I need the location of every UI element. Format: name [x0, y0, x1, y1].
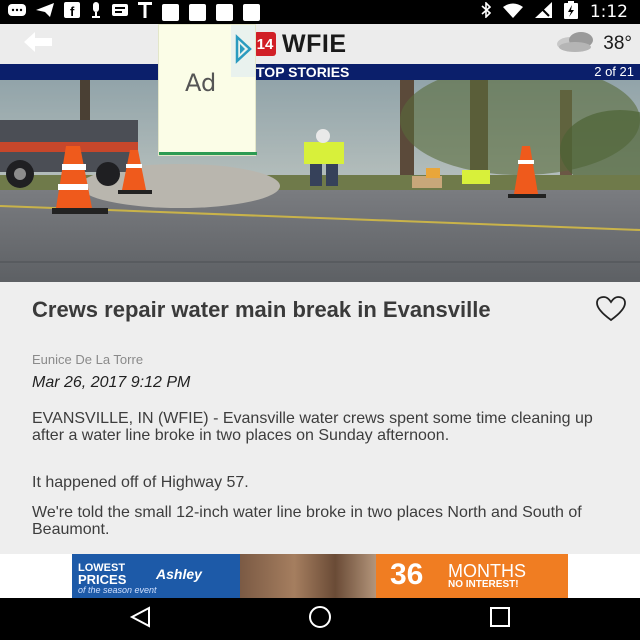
system-nav-bar [0, 598, 640, 640]
notification-icon [189, 3, 206, 21]
battery-icon [563, 1, 578, 23]
square-recents-icon [489, 606, 511, 633]
banner-ad-image [240, 554, 376, 598]
article-paragraph: We're told the small 12-inch water line … [32, 504, 582, 538]
ad-choices-icon [234, 33, 252, 69]
text-icon [138, 2, 152, 22]
notification-icon [162, 3, 179, 21]
nav-back-button[interactable] [110, 598, 170, 640]
station-logo: 14 WFIE [254, 30, 347, 58]
article-headline: Crews repair water main break in Evansvi… [32, 297, 491, 322]
news-icon [112, 3, 128, 21]
weather-widget[interactable]: 38° [553, 30, 632, 58]
status-notification-icons: f [8, 2, 260, 22]
banner-ad-left: LOWEST PRICES of the season event Ashley [72, 554, 240, 598]
article-date: Mar 26, 2017 9:12 PM [32, 374, 191, 391]
status-bar: f 1:12 [0, 0, 640, 24]
banner-number: 36 [390, 558, 424, 591]
triangle-back-icon [129, 605, 151, 633]
logo-mark: 14 [254, 32, 276, 56]
page-counter: 2 of 21 [594, 64, 634, 79]
heart-icon [596, 296, 626, 326]
article-paragraph: It happened off of Highway 57. [32, 474, 249, 491]
weather-temp: 38° [603, 33, 632, 54]
article-photo[interactable] [0, 80, 640, 282]
ad-choices-button[interactable] [231, 25, 255, 77]
nav-home-button[interactable] [290, 598, 350, 640]
article-body: Crews repair water main break in Evansvi… [0, 282, 640, 554]
banner-sub: NO INTEREST! [448, 579, 519, 590]
banner-ad-right: 36 MONTHS NO INTEREST! [376, 554, 568, 598]
logo-text: WFIE [282, 29, 347, 58]
photo-scene [0, 80, 640, 282]
message-icon [8, 3, 26, 21]
send-icon [36, 3, 54, 21]
svg-text:f: f [70, 4, 75, 18]
article-paragraph: EVANSVILLE, IN (WFIE) - Evansville water… [32, 410, 593, 444]
circle-home-icon [308, 605, 332, 634]
article-author: Eunice De La Torre [32, 352, 144, 367]
facebook-icon: f [64, 2, 80, 22]
ad-progress-line [159, 152, 257, 155]
banner-line3: of the season event [78, 585, 157, 595]
section-title: TOP STORIES [256, 64, 350, 80]
notification-icon [243, 3, 260, 21]
back-arrow-icon [24, 31, 52, 57]
notification-icon [216, 3, 233, 21]
app-header: 14 WFIE 38° [0, 24, 640, 64]
ad-label: Ad [185, 69, 217, 97]
status-system-icons: 1:12 [481, 1, 628, 23]
favorite-button[interactable] [596, 296, 626, 322]
status-clock: 1:12 [589, 2, 628, 22]
banner-brand: Ashley [156, 566, 202, 582]
nav-recents-button[interactable] [470, 598, 530, 640]
cloudy-icon [553, 30, 597, 59]
back-button[interactable] [0, 24, 76, 64]
section-bar: TOP STORIES 2 of 21 [0, 64, 640, 80]
ad-overlay[interactable]: Ad [158, 24, 257, 156]
bluetooth-icon [481, 1, 491, 22]
banner-months: MONTHS [448, 561, 526, 581]
mic-icon [90, 2, 102, 22]
banner-ad[interactable]: LOWEST PRICES of the season event Ashley… [72, 554, 568, 598]
wifi-icon [502, 3, 523, 22]
no-signal-icon [534, 2, 552, 22]
